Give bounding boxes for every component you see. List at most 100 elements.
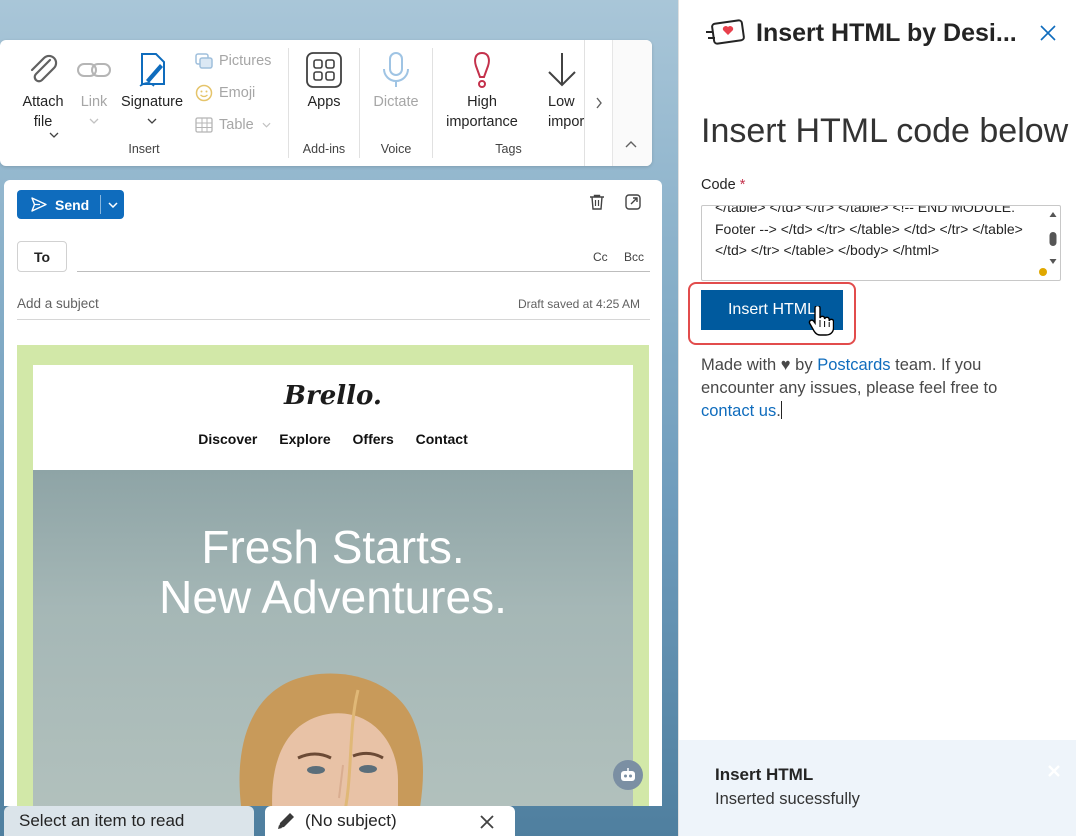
hero-title-line: Fresh Starts. [201,521,465,573]
credits-text: Made with ♥ by [701,356,818,374]
emoji-button[interactable]: Emoji [195,82,255,104]
chevron-down-icon [89,118,99,124]
exclamation-icon [474,51,490,88]
signature-icon [139,53,165,87]
brand-logo: Brello. [284,381,382,411]
attach-file-label: Attach file [22,94,64,130]
close-icon[interactable] [479,814,495,830]
draft-saved-status: Draft saved at 4:25 AM [517,297,640,311]
send-icon [31,197,47,212]
ribbon-scroll-right-button[interactable] [584,40,612,166]
pop-out-button[interactable] [624,193,642,216]
bcc-button[interactable]: Bcc [624,250,644,264]
tab-draft-no-subject[interactable]: (No subject) [265,806,515,836]
notification-title: Insert HTML [715,765,814,784]
email-nav-link[interactable]: Contact [416,431,468,447]
pop-out-icon [625,194,641,210]
send-button-group: Send [17,190,124,219]
addin-pane: Insert HTML by Desi... Insert HTML code … [678,0,1076,836]
dictate-label: Dictate [373,94,419,110]
chevron-right-icon [595,97,602,109]
subject-row: Add a subject Draft saved at 4:25 AM [17,289,650,320]
link-label: Link [80,94,108,110]
addin-title: Insert HTML by Desi... [756,19,1017,47]
pictures-icon [195,53,213,69]
ribbon-toolbar: Attach file Link Signature Pictures Emoj… [0,40,652,166]
email-header: Brello. Discover Explore Offers Contact [33,365,633,470]
contact-us-link[interactable]: contact us [701,402,776,420]
link-button[interactable]: Link [72,50,116,124]
signature-label: Signature [120,94,184,110]
email-nav-link[interactable]: Offers [353,431,394,447]
discard-button[interactable] [588,193,606,216]
pictures-button[interactable]: Pictures [195,50,271,72]
chevron-up-icon [625,141,637,148]
hero-banner: Fresh Starts. New Adventures. [33,470,633,806]
chevron-down-icon [147,118,157,124]
ribbon-group-voice: Dictate Voice [360,40,432,166]
compose-pane: Send To Cc Bcc Add a subject Draft saved… [4,180,662,806]
to-label: To [33,248,51,265]
dictate-button[interactable]: Dictate [366,50,426,112]
emoji-icon [195,84,213,102]
email-nav-link[interactable]: Discover [198,431,257,447]
emoji-label: Emoji [219,85,256,101]
hero-title-line: New Adventures. [159,571,507,623]
addins-group-label: Add-ins [302,142,346,156]
table-button[interactable]: Table [195,114,271,136]
email-nav: Discover Explore Offers Contact [33,431,633,447]
text-caret [780,401,782,419]
code-label-text: Code [701,177,736,193]
table-icon [195,117,213,133]
notification-toast: Insert HTML Inserted sucessfully [679,740,1076,836]
hero-title: Fresh Starts. New Adventures. [33,522,633,622]
made-with-credits: Made with ♥ by Postcards team. If you en… [701,354,1031,423]
subject-input[interactable]: Add a subject [17,296,99,311]
hero-portrait-image [239,673,423,806]
close-icon[interactable] [1047,764,1061,778]
ribbon-collapse-button[interactable] [612,40,652,166]
cc-button[interactable]: Cc [593,250,608,264]
textarea-scrollbar[interactable] [1049,211,1057,267]
code-label: Code * [701,177,745,193]
tab-select-item-to-read[interactable]: Select an item to read [4,806,254,836]
ribbon-group-addins: Apps Add-ins [289,40,359,166]
to-button[interactable]: To [17,241,67,272]
apps-grid-icon [306,52,342,88]
required-marker: * [739,177,746,193]
chevron-down-icon [107,201,118,208]
signature-button[interactable]: Signature [118,50,186,124]
copilot-button[interactable] [613,760,643,790]
microphone-icon [383,52,409,87]
send-label: Send [55,196,90,213]
email-body[interactable]: Brello. Discover Explore Offers Contact … [17,345,649,806]
pictures-label: Pictures [219,53,272,69]
low-importance-label: Low importan [548,94,584,130]
tags-group-label: Tags [495,142,522,156]
high-importance-label: High importance [446,94,518,130]
send-button[interactable]: Send [17,190,100,219]
trash-icon [590,194,604,210]
apps-button[interactable]: Apps [297,50,351,112]
status-dot [1039,268,1047,276]
chevron-down-icon [49,132,59,138]
insert-group-label: Insert [128,142,160,156]
tab-label: (No subject) [305,811,397,830]
notification-message: Inserted sucessfully [715,790,860,808]
postcards-link[interactable]: Postcards [817,356,890,374]
attach-file-button[interactable]: Attach file [18,50,68,138]
code-textarea[interactable]: </table> </td> </tr> </table> <!-- END M… [701,205,1061,281]
close-icon[interactable] [1039,24,1057,42]
email-nav-link[interactable]: Explore [279,431,330,447]
send-options-dropdown[interactable] [101,190,124,219]
table-label: Table [219,117,254,133]
to-recipients-input[interactable] [77,241,650,272]
ribbon-group-insert: Attach file Link Signature Pictures Emoj… [0,40,288,166]
chevron-down-icon [262,122,271,128]
postcard-logo-icon [706,19,745,45]
pencil-icon [278,813,294,829]
low-importance-button[interactable]: Low importan [533,50,584,132]
high-importance-button[interactable]: High importance [441,50,523,132]
paperclip-icon [30,54,58,83]
arrow-down-icon [548,53,576,87]
